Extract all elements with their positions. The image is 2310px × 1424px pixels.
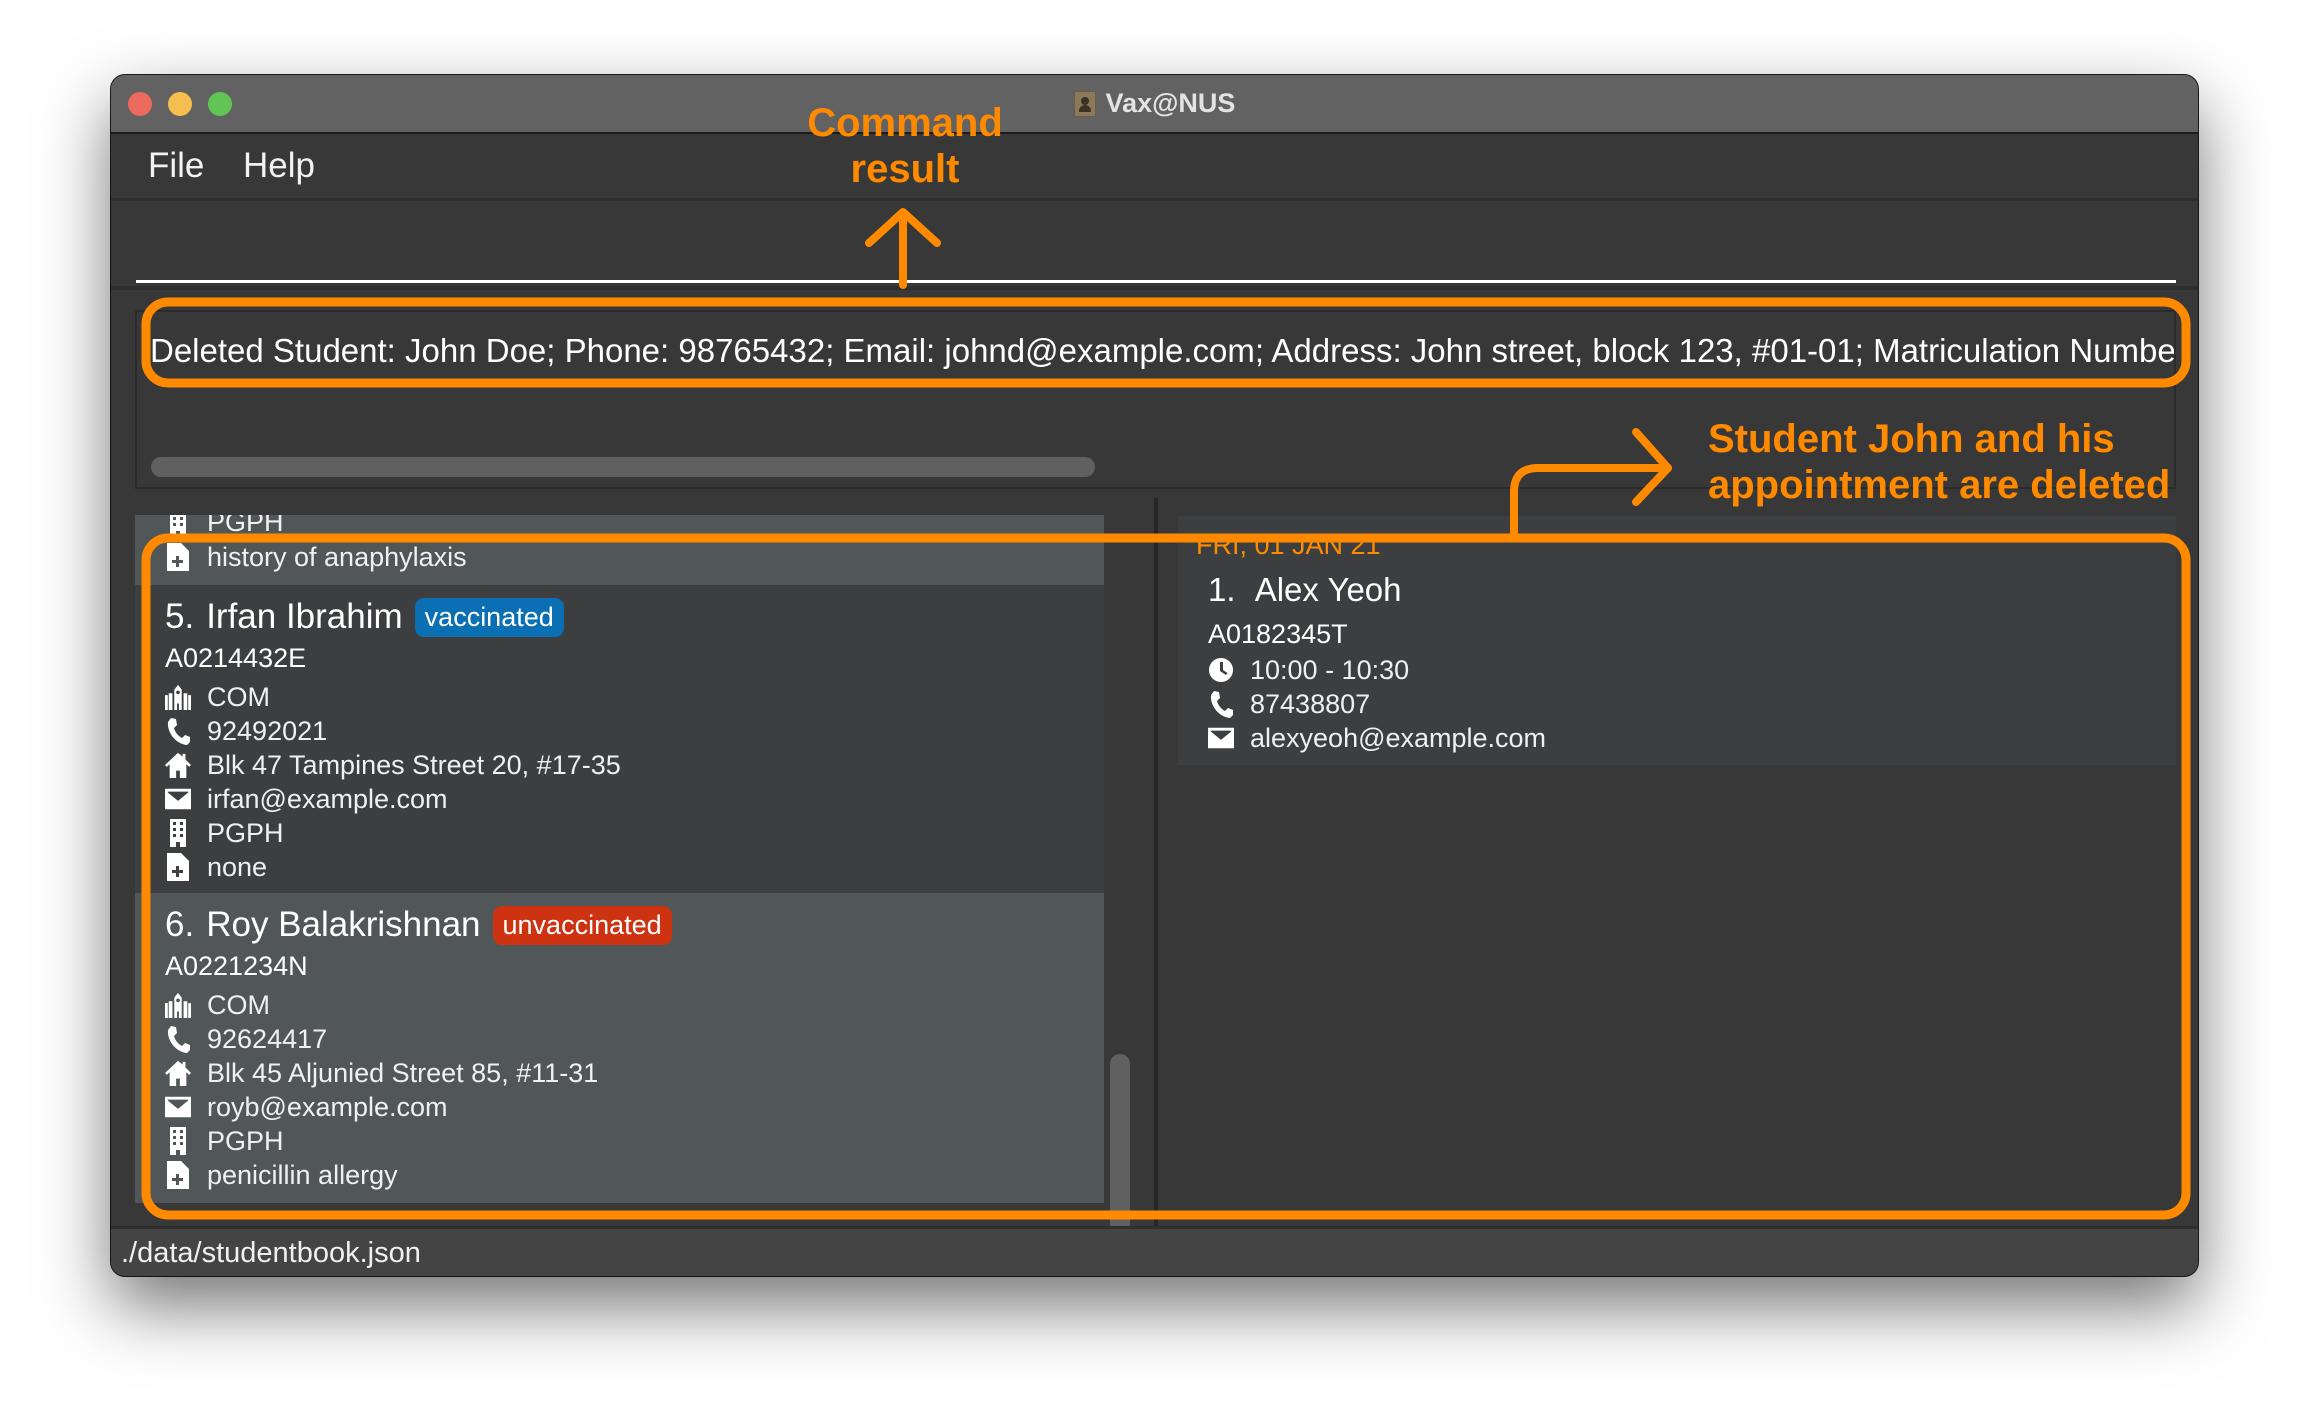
menu-help[interactable]: Help [243, 146, 315, 186]
email-text: irfan@example.com [207, 783, 448, 814]
student-list: PGPH history of anaphylaxis 5. Irfan Ibr… [135, 515, 1104, 1203]
residence-text: PGPH [207, 515, 284, 537]
building-icon [165, 515, 191, 536]
phone-icon [165, 717, 191, 745]
student-card[interactable]: 5. Irfan Ibrahim vaccinated A0214432E CO… [135, 585, 1104, 893]
window-title: Vax@NUS [1105, 88, 1236, 118]
student-list-panel: PGPH history of anaphylaxis 5. Irfan Ibr… [111, 498, 1154, 1271]
faculty-text: COM [207, 989, 270, 1020]
title-bar: Vax@NUS [111, 75, 2198, 134]
matric-number: A0221234N [165, 951, 308, 981]
home-icon [165, 1059, 191, 1087]
student-index: 5. [165, 597, 195, 636]
email-icon [165, 785, 191, 813]
status-bar: ./data/studentbook.json [111, 1226, 2198, 1276]
appointment-email: alexyeoh@example.com [1250, 722, 1547, 753]
faculty-text: COM [207, 681, 270, 712]
appointment-index: 1. [1208, 571, 1236, 608]
address-text: Blk 47 Tampines Street 20, #17-35 [207, 749, 621, 780]
app-icon [1073, 90, 1096, 117]
building-icon [165, 819, 191, 847]
home-icon [165, 751, 191, 779]
app-window: Vax@NUS File Help Deleted Student: John … [111, 75, 2198, 1276]
command-input[interactable] [136, 201, 2176, 283]
phone-icon [1208, 690, 1234, 718]
medical-text: none [207, 851, 268, 882]
medical-file-icon [165, 543, 191, 571]
annotation-deleted-note: Student John and his appointment are del… [1708, 417, 2171, 507]
faculty-icon [165, 991, 191, 1019]
faculty-icon [165, 683, 191, 711]
appointment-student-name: 1. Alex Yeoh [1208, 571, 1402, 609]
residence-text: PGPH [207, 817, 284, 848]
appointment-date: FRI, 01 JAN 21 [1196, 530, 1381, 560]
email-text: royb@example.com [207, 1091, 448, 1122]
email-icon [165, 1093, 191, 1121]
save-file-path: ./data/studentbook.json [121, 1237, 421, 1269]
appointment-time: 10:00 - 10:30 [1250, 654, 1410, 685]
result-horizontal-scrollbar[interactable] [151, 457, 1095, 477]
student-name: Roy Balakrishnan [206, 905, 481, 944]
result-text: Deleted Student: John Doe; Phone: 987654… [150, 332, 2176, 369]
student-card-partial[interactable]: PGPH history of anaphylaxis [135, 515, 1104, 585]
email-icon [1208, 724, 1234, 752]
phone-text: 92624417 [207, 1023, 328, 1054]
residence-text: PGPH [207, 1125, 284, 1156]
address-text: Blk 45 Aljunied Street 85, #11-31 [207, 1057, 599, 1088]
annotation-command-result: Command result [807, 101, 1003, 191]
appointment-panel: FRI, 01 JAN 21 1. Alex Yeoh A0182345T 10… [1158, 498, 2198, 1226]
appointment-matric: A0182345T [1208, 619, 1348, 649]
appointment-day-card[interactable]: FRI, 01 JAN 21 1. Alex Yeoh A0182345T 10… [1178, 516, 2176, 765]
matric-number: A0214432E [165, 643, 307, 673]
command-box-area [111, 201, 2198, 286]
phone-icon [165, 1025, 191, 1053]
appointment-name: Alex Yeoh [1254, 571, 1402, 608]
vaccination-status-badge: unvaccinated [492, 905, 672, 945]
medical-file-icon [165, 853, 191, 881]
menu-file[interactable]: File [148, 146, 204, 186]
student-name: Irfan Ibrahim [206, 597, 403, 636]
building-icon [165, 1127, 191, 1155]
student-index: 6. [165, 905, 195, 944]
student-card[interactable]: 6. Roy Balakrishnan unvaccinated A022123… [135, 893, 1104, 1203]
medical-text: history of anaphylaxis [207, 541, 467, 572]
appointment-phone: 87438807 [1250, 688, 1371, 719]
vaccination-status-badge: vaccinated [414, 597, 564, 637]
phone-text: 92492021 [207, 715, 328, 746]
medical-file-icon [165, 1161, 191, 1189]
menu-bar: File Help [111, 134, 2198, 201]
medical-text: penicillin allergy [207, 1159, 398, 1190]
clock-icon [1208, 656, 1234, 684]
